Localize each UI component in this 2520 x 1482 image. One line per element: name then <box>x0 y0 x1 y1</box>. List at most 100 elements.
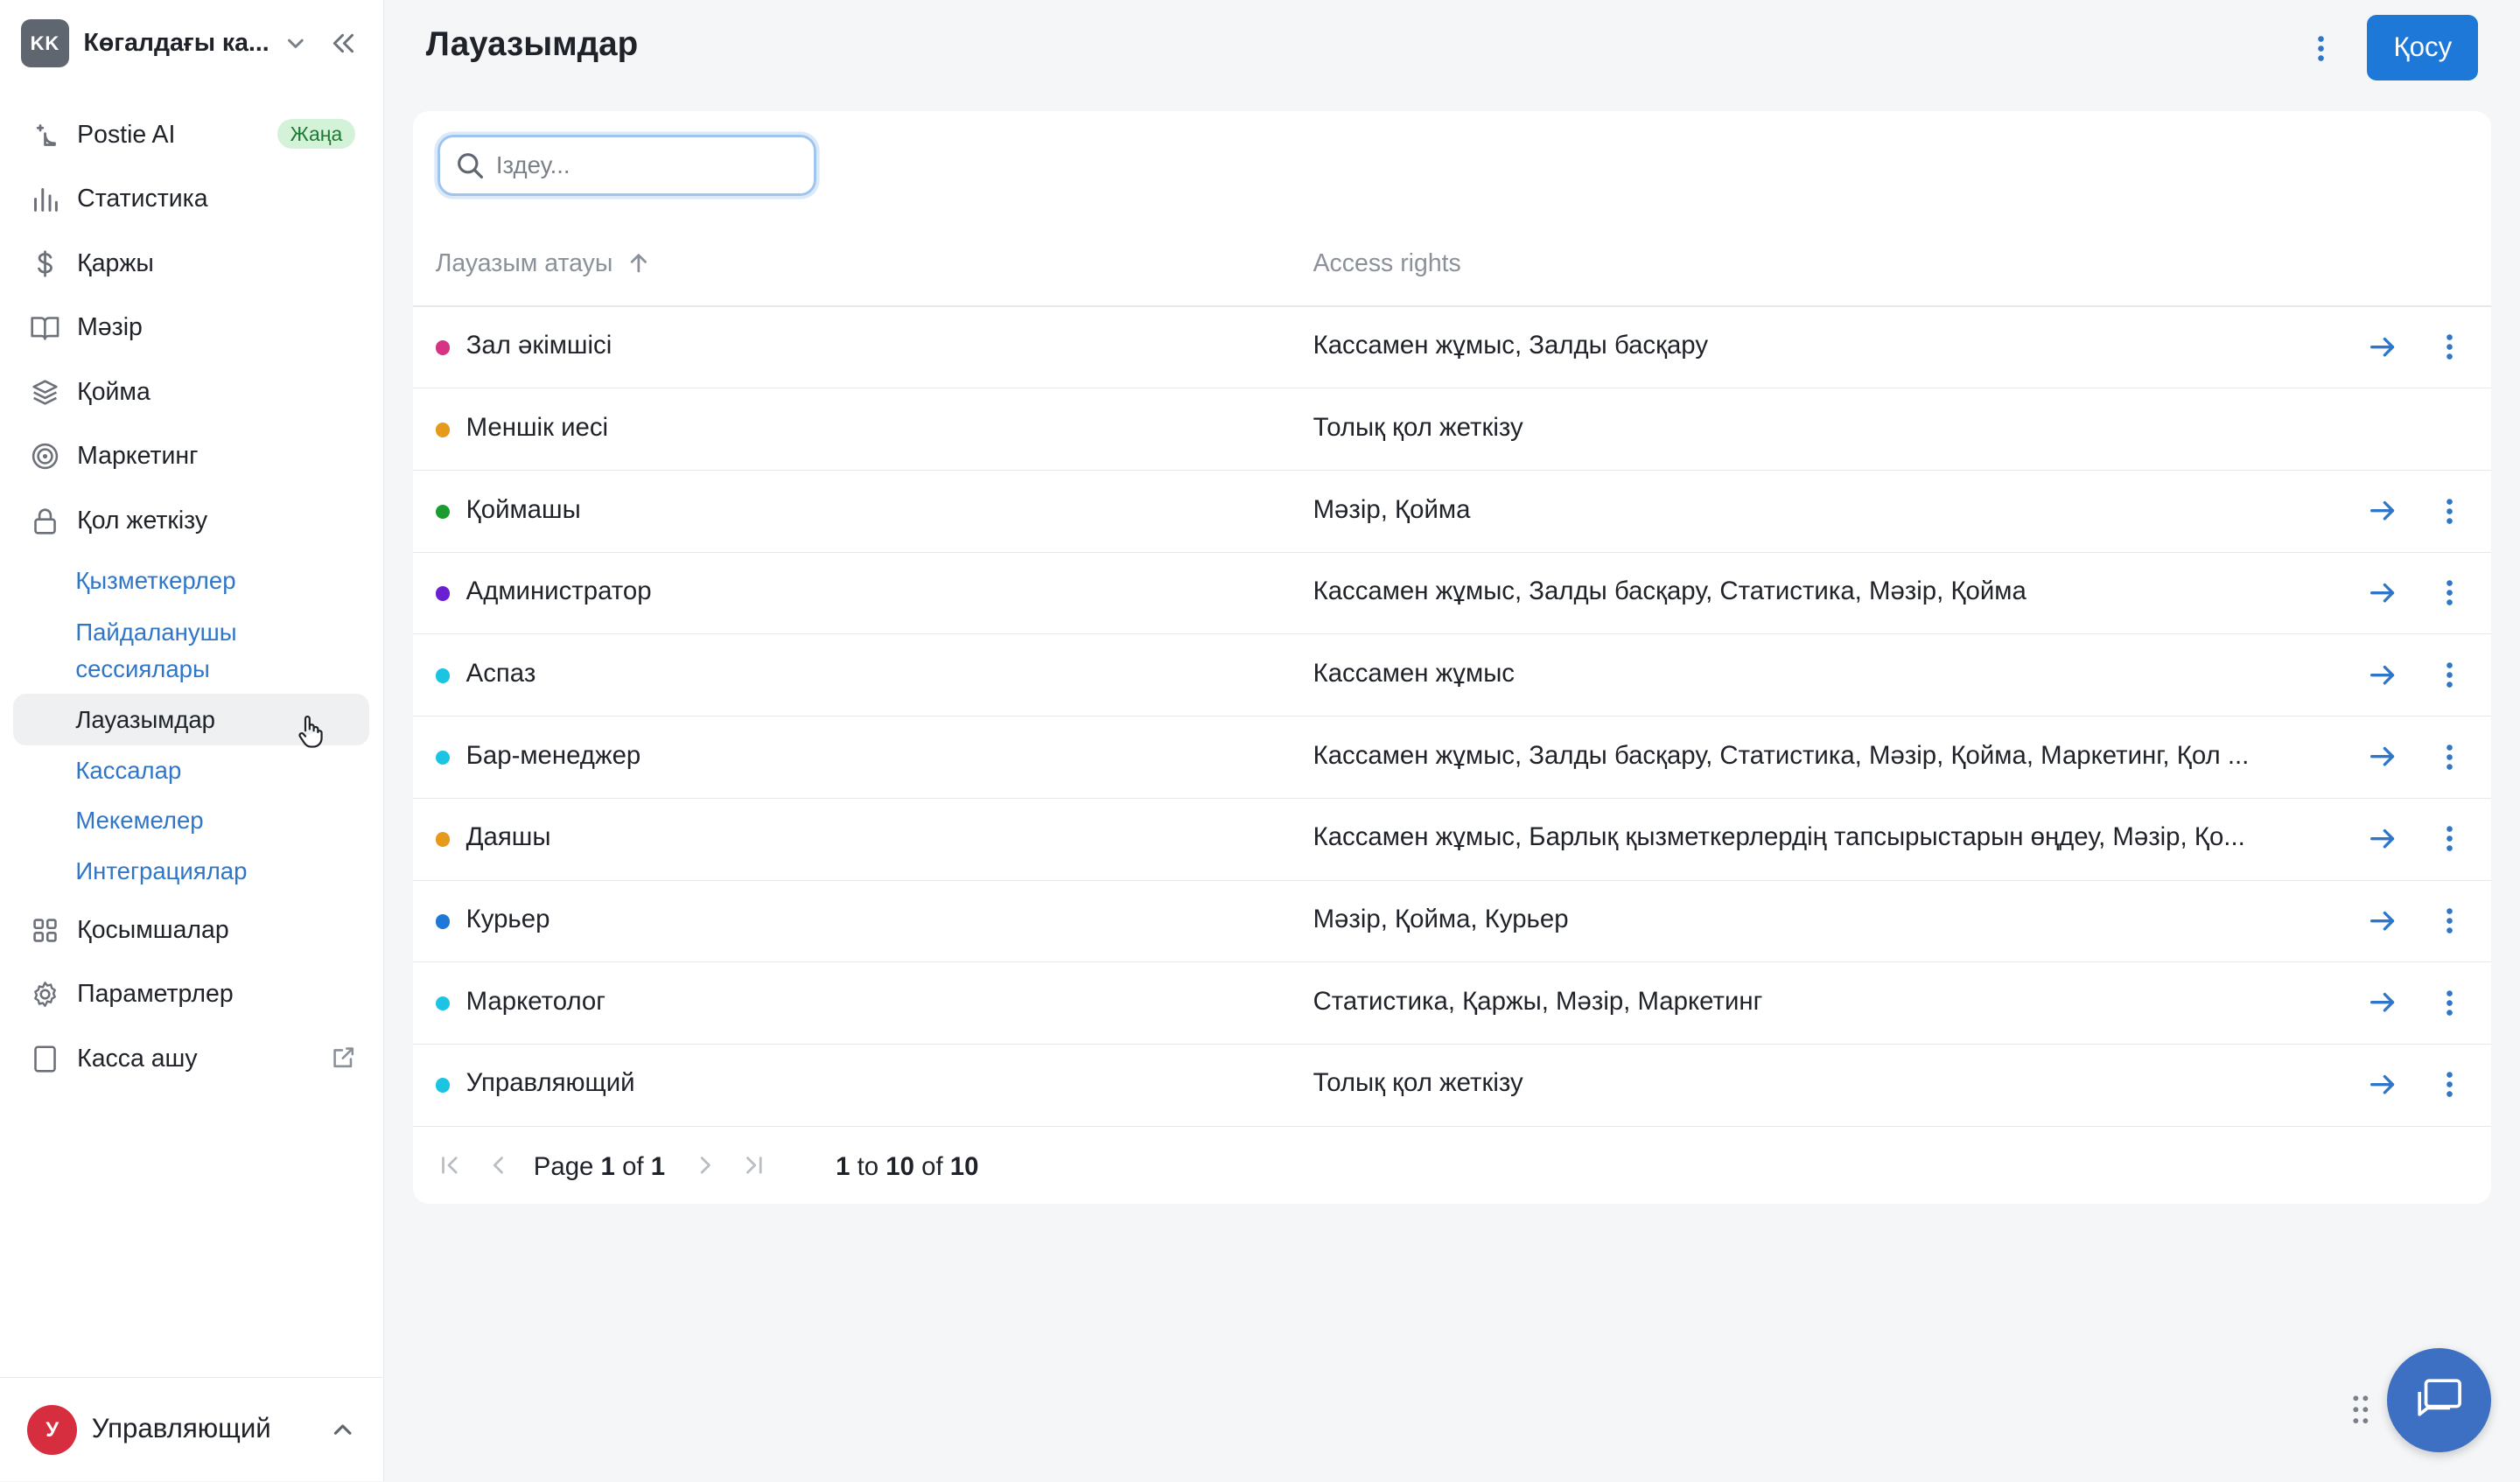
role-color-dot <box>435 1078 451 1093</box>
arrow-right-icon[interactable] <box>2366 822 2401 855</box>
page-word: Page <box>533 1151 594 1181</box>
role-color-dot <box>435 996 451 1011</box>
target-icon <box>29 440 61 472</box>
sidebar-subitem-cash-registers[interactable]: Кассалар <box>13 752 370 789</box>
sidebar-item-open-register[interactable]: Касса ашу <box>13 1030 370 1087</box>
last-page-icon[interactable] <box>743 1154 766 1177</box>
arrow-right-icon[interactable] <box>2366 741 2401 773</box>
column-header-position-name[interactable]: Лауазым атауы <box>436 249 650 278</box>
positions-table-card: Лауазым атауы Access rights Зал әкімшісі… <box>413 110 2491 1205</box>
sidebar-subitem-positions[interactable]: Лауазымдар <box>12 694 370 749</box>
next-page-icon[interactable] <box>694 1154 717 1177</box>
book-icon <box>29 311 61 344</box>
row-more-options-icon[interactable] <box>2435 331 2464 363</box>
org-avatar: KK <box>20 19 69 68</box>
table-row[interactable]: Қоймашы Мәзір, Қойма <box>413 471 2491 553</box>
bar-chart-icon <box>29 183 61 215</box>
prev-page-icon[interactable] <box>487 1154 510 1177</box>
sidebar-item-marketing[interactable]: Маркетинг <box>13 428 370 486</box>
collapse-sidebar-icon[interactable] <box>328 29 357 58</box>
table-row[interactable]: Бар-менеджер Кассамен жұмыс, Залды басқар… <box>413 717 2491 799</box>
sidebar-subitem-user-sessions[interactable]: Пайдаланушы сессиялары <box>13 614 318 689</box>
sidebar-item-label: Қосымшалар <box>77 915 229 944</box>
table-row[interactable]: Меншік иесі Толық қол жеткізу <box>413 388 2491 472</box>
gear-icon <box>29 979 61 1011</box>
search-box[interactable] <box>437 135 817 197</box>
add-button[interactable]: Қосу <box>2367 14 2479 80</box>
more-options-icon[interactable] <box>2305 29 2337 67</box>
table-row[interactable]: Зал әкімшісі Кассамен жұмыс, Залды басқар… <box>413 307 2491 389</box>
row-more-options-icon[interactable] <box>2435 822 2464 855</box>
row-more-options-icon[interactable] <box>2435 905 2464 937</box>
row-more-options-icon[interactable] <box>2435 495 2464 528</box>
new-badge: Жаңа <box>276 118 355 150</box>
layers-icon <box>29 376 61 409</box>
row-more-options-icon[interactable] <box>2435 987 2464 1019</box>
sidebar-item-apps[interactable]: Қосымшалар <box>13 901 370 959</box>
drag-handle-icon[interactable] <box>2349 1392 2372 1427</box>
role-color-dot <box>435 914 451 929</box>
sidebar-item-access[interactable]: Қол жеткізу <box>13 492 370 549</box>
sidebar: KK Көгалдағы ка... Postie AI Жаңа Статис <box>0 0 384 1482</box>
current-page: 1 <box>600 1151 615 1181</box>
sidebar-item-settings[interactable]: Параметрлер <box>13 966 370 1024</box>
arrow-right-icon[interactable] <box>2366 577 2401 609</box>
app-root: KK Көгалдағы ка... Postie AI Жаңа Статис <box>0 0 2520 1482</box>
first-page-icon[interactable] <box>438 1154 461 1177</box>
sidebar-subitem-establishments[interactable]: Мекемелер <box>13 802 370 839</box>
sidebar-subitem-integrations[interactable]: Интеграциялар <box>13 853 370 890</box>
total-rows: 10 <box>949 1151 979 1181</box>
sort-ascending-icon <box>627 252 650 275</box>
sidebar-item-storage[interactable]: Қойма <box>13 363 370 421</box>
user-menu[interactable]: У Управляющий <box>0 1377 383 1481</box>
role-name: Даяшы <box>466 822 551 852</box>
search-input[interactable] <box>493 150 799 181</box>
column-header-label: Access rights <box>1312 248 1461 277</box>
column-header-access-rights[interactable]: Access rights <box>1313 249 1461 278</box>
role-name: Администратор <box>466 577 652 606</box>
arrow-right-icon[interactable] <box>2366 905 2401 937</box>
sidebar-item-label: Қойма <box>77 377 150 406</box>
sidebar-item-label: Статистика <box>77 185 208 213</box>
of-word: of <box>622 1151 644 1181</box>
table-row[interactable]: Аспаз Кассамен жұмыс <box>413 634 2491 717</box>
pagination: Page 1 of 1 1 to 10 of 10 <box>413 1128 1377 1205</box>
table-row[interactable]: Даяшы Кассамен жұмыс, Барлық қызметкерлер… <box>413 799 2491 881</box>
table-row[interactable]: Маркетолог Статистика, Қаржы, Мәзір, Марк… <box>413 962 2491 1045</box>
role-name: Курьер <box>466 905 550 934</box>
access-rights: Толық қол жеткізу <box>1312 1068 1523 1098</box>
sidebar-item-finance[interactable]: Қаржы <box>13 234 370 292</box>
role-color-dot <box>435 750 451 765</box>
role-name: Аспаз <box>466 659 536 689</box>
table-row[interactable]: Администратор Кассамен жұмыс, Залды басқа… <box>413 553 2491 635</box>
role-name: Бар-менеджер <box>466 740 641 770</box>
sidebar-item-menu[interactable]: Мәзір <box>13 299 370 357</box>
external-link-icon <box>331 1045 356 1070</box>
total-pages: 1 <box>650 1151 666 1181</box>
chat-support-button[interactable] <box>2386 1348 2491 1453</box>
table-row[interactable]: Управляющий Толық қол жеткізу <box>413 1045 2491 1127</box>
access-rights: Статистика, Қаржы, Мәзір, Маркетинг <box>1312 986 1763 1016</box>
row-more-options-icon[interactable] <box>2435 659 2464 691</box>
row-more-options-icon[interactable] <box>2435 577 2464 609</box>
to-word: to <box>857 1151 879 1181</box>
sidebar-item-statistics[interactable]: Статистика <box>13 171 370 228</box>
row-more-options-icon[interactable] <box>2435 741 2464 773</box>
arrow-right-icon[interactable] <box>2366 495 2401 528</box>
org-switcher[interactable]: KK Көгалдағы ка... <box>20 19 307 68</box>
access-rights: Мәзір, Қойма, Курьер <box>1312 905 1569 934</box>
arrow-right-icon[interactable] <box>2366 1068 2401 1101</box>
chevron-down-icon <box>284 32 307 55</box>
role-name: Маркетолог <box>466 986 606 1016</box>
arrow-right-icon[interactable] <box>2366 987 2401 1019</box>
sidebar-item-postie-ai[interactable]: Postie AI Жаңа <box>13 106 370 164</box>
ai-sparkle-icon <box>29 119 61 151</box>
arrow-right-icon[interactable] <box>2366 331 2401 363</box>
sidebar-item-label: Қаржы <box>77 248 154 277</box>
role-color-dot <box>435 668 451 683</box>
of-word: of <box>921 1151 943 1181</box>
arrow-right-icon[interactable] <box>2366 659 2401 691</box>
row-more-options-icon[interactable] <box>2435 1068 2464 1101</box>
sidebar-subitem-employees[interactable]: Қызметкерлер <box>13 563 370 599</box>
table-row[interactable]: Курьер Мәзір, Қойма, Курьер <box>413 881 2491 963</box>
